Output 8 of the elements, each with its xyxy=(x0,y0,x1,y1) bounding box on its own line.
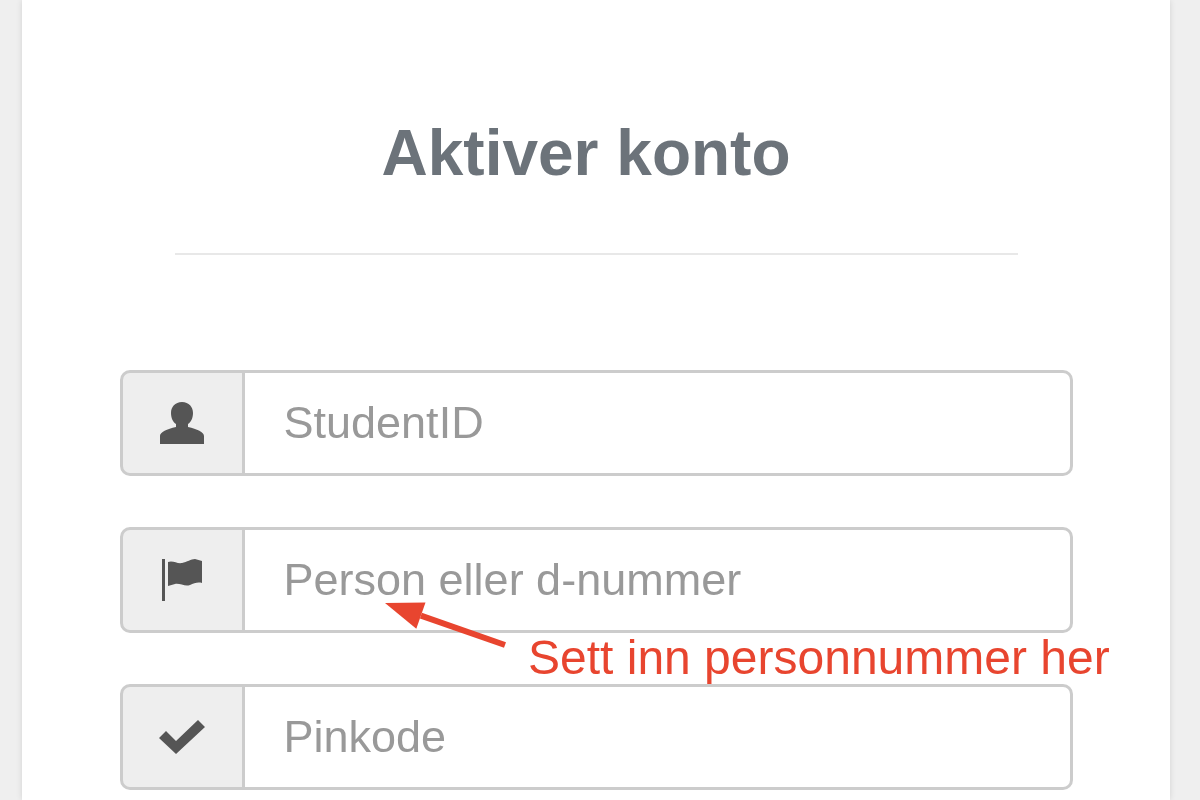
input-field[interactable]: Pinkode xyxy=(244,684,1073,790)
annotation-text: Sett inn personnummer her xyxy=(528,634,1110,682)
page-title: Aktiver konto xyxy=(380,116,792,191)
input-field[interactable]: StudentID xyxy=(244,370,1073,476)
user-icon xyxy=(159,400,205,446)
input-field[interactable]: Person eller d-nummer xyxy=(244,527,1073,633)
flag-icon xyxy=(161,559,203,601)
check-icon xyxy=(159,720,205,754)
